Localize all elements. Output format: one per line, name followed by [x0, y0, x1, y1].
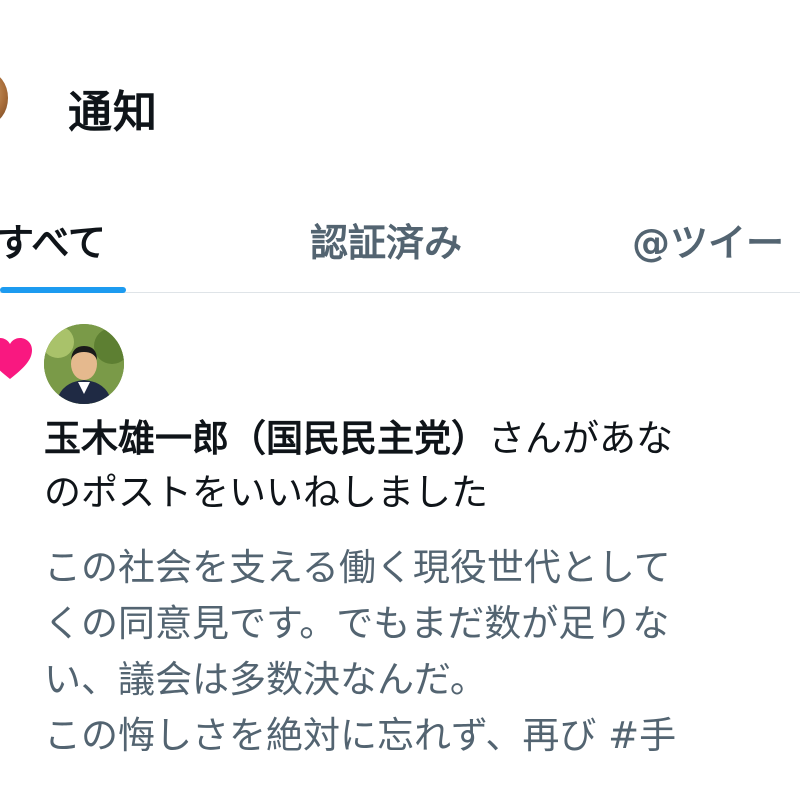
tab-bar: すべて 認証済み @ツイー [0, 196, 800, 293]
tab-verified[interactable]: 認証済み [310, 212, 462, 267]
account-avatar[interactable] [0, 72, 8, 124]
header: 通知 [0, 64, 800, 144]
action-text-part2: のポストをいいねしました [44, 471, 488, 514]
post-line: くの同意見です。でもまだ数が足りな [44, 602, 670, 645]
tab-mentions[interactable]: @ツイー [632, 212, 784, 267]
page-title: 通知 [68, 87, 158, 138]
liked-post-text[interactable]: この社会を支える働く現役世代として くの同意見です。でもまだ数が足りな い、議会… [44, 540, 800, 764]
user-avatar[interactable] [44, 324, 124, 404]
active-tab-indicator [0, 287, 126, 293]
user-name[interactable]: 玉木雄一郎（国民民主党） [44, 417, 488, 460]
notifications-screen: 通知 すべて 認証済み @ツイー 玉木雄一郎（国民民主党）さんがあな のポストを… [0, 0, 800, 800]
tab-all[interactable]: すべて [0, 212, 106, 267]
post-line: い、議会は多数決なんだ。 [44, 658, 487, 701]
post-line: この社会を支える働く現役世代として [44, 546, 671, 589]
notification-text: 玉木雄一郎（国民民主党）さんがあな のポストをいいねしました [44, 412, 800, 520]
heart-icon [0, 338, 32, 379]
action-text-part1: さんがあな [488, 417, 673, 460]
post-line: この悔しさを絶対に忘れず、再び #手 [44, 714, 677, 757]
profile-photo [44, 324, 124, 404]
